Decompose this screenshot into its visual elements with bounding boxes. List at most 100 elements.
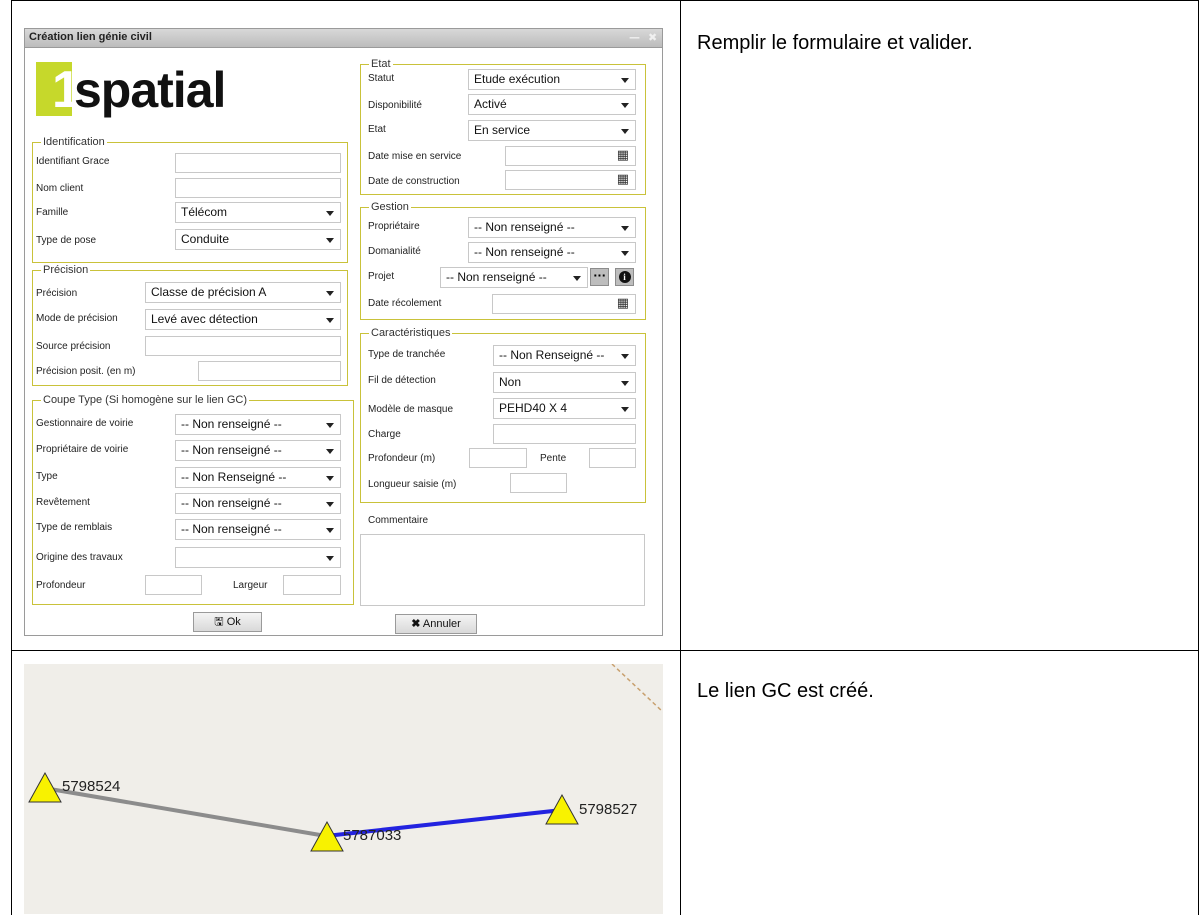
origine-travaux-select[interactable] — [175, 547, 341, 568]
caract-profondeur-label: Profondeur (m) — [368, 453, 436, 464]
close-icon: ✖ — [411, 618, 421, 630]
fil-detection-select[interactable]: Non — [493, 372, 636, 393]
commentaire-label: Commentaire — [368, 515, 429, 526]
proprietaire-select[interactable]: -- Non renseigné -- — [468, 217, 636, 238]
chevron-down-icon — [621, 226, 629, 231]
node-triangle-5798524[interactable] — [28, 771, 62, 803]
table-border-top — [11, 0, 1199, 1]
type-pose-label: Type de pose — [36, 235, 97, 246]
projet-value: -- Non renseigné -- — [446, 270, 547, 284]
node-label-5787033: 5787033 — [343, 827, 402, 844]
date-mise-service-input[interactable]: ▦ — [505, 146, 636, 166]
pente-input[interactable] — [589, 448, 636, 468]
chevron-down-icon — [621, 78, 629, 83]
revetement-select[interactable]: -- Non renseigné -- — [175, 493, 341, 514]
disponibilite-select[interactable]: Activé — [468, 94, 636, 115]
revetement-value: -- Non renseigné -- — [181, 496, 282, 510]
instruction-row1: Remplir le formulaire et valider. — [697, 32, 973, 54]
caracteristiques-legend: Caractéristiques — [369, 326, 453, 340]
map-view[interactable]: 5798524 5787033 5798527 — [24, 664, 663, 914]
etat-value: En service — [474, 123, 531, 137]
longueur-saisie-input[interactable] — [510, 473, 567, 493]
precision-legend: Précision — [41, 263, 91, 277]
type-remblais-label: Type de remblais — [36, 522, 113, 533]
chevron-down-icon — [621, 354, 629, 359]
close-icon[interactable]: ✖ — [648, 31, 657, 44]
chevron-down-icon — [326, 238, 334, 243]
date-construction-input[interactable]: ▦ — [505, 170, 636, 190]
type-tranchee-label: Type de tranchée — [368, 349, 446, 360]
projet-select[interactable]: -- Non renseigné -- — [440, 267, 588, 288]
proprietaire-voirie-select[interactable]: -- Non renseigné -- — [175, 440, 341, 461]
gestion-legend: Gestion — [369, 200, 411, 214]
table-row-divider — [11, 650, 1199, 651]
minimize-icon[interactable]: — — [629, 31, 640, 44]
node-label-5798527: 5798527 — [579, 801, 638, 818]
logo-wordmark: spatial — [74, 62, 226, 118]
gestionnaire-voirie-label: Gestionnaire de voirie — [36, 418, 134, 429]
chevron-down-icon — [326, 423, 334, 428]
precision-posit-input[interactable] — [198, 361, 341, 381]
identifiant-grace-input[interactable] — [175, 153, 341, 173]
type-tranchee-select[interactable]: -- Non Renseigné -- — [493, 345, 636, 366]
type-remblais-select[interactable]: -- Non renseigné -- — [175, 519, 341, 540]
caract-profondeur-input[interactable] — [469, 448, 527, 468]
statut-value: Etude exécution — [474, 72, 561, 86]
annuler-label: Annuler — [422, 618, 461, 630]
table-border-middle — [680, 0, 681, 915]
node-label-5798524: 5798524 — [62, 778, 121, 795]
instruction-row2: Le lien GC est créé. — [697, 680, 874, 702]
coupe-largeur-input[interactable] — [283, 575, 341, 595]
etat-select[interactable]: En service — [468, 120, 636, 141]
famille-select[interactable]: Télécom — [175, 202, 341, 223]
save-icon: 🖫 — [214, 616, 224, 628]
statut-select[interactable]: Etude exécution — [468, 69, 636, 90]
gestionnaire-voirie-value: -- Non renseigné -- — [181, 417, 282, 431]
charge-input[interactable] — [493, 424, 636, 444]
calendar-icon[interactable]: ▦ — [617, 173, 629, 187]
more-options-button[interactable]: ··· — [590, 268, 609, 286]
ok-button[interactable]: 🖫 Ok — [193, 612, 262, 632]
proprietaire-voirie-label: Propriétaire de voirie — [36, 444, 129, 455]
calendar-icon[interactable]: ▦ — [617, 149, 629, 163]
chevron-down-icon — [573, 276, 581, 281]
coupe-type-legend: Coupe Type (Si homogène sur le lien GC) — [41, 393, 250, 407]
commentaire-textarea[interactable] — [360, 534, 645, 606]
info-icon[interactable]: i — [615, 268, 634, 286]
coupe-profondeur-label: Profondeur — [36, 580, 86, 591]
nom-client-input[interactable] — [175, 178, 341, 198]
type-pose-value: Conduite — [181, 232, 230, 246]
chevron-down-icon — [326, 449, 334, 454]
chevron-down-icon — [621, 407, 629, 412]
calendar-icon[interactable]: ▦ — [617, 297, 629, 311]
source-precision-input[interactable] — [145, 336, 341, 356]
disponibilite-value: Activé — [474, 97, 507, 111]
date-mise-service-label: Date mise en service — [368, 151, 462, 162]
chevron-down-icon — [326, 502, 334, 507]
precision-value: Classe de précision A — [151, 285, 267, 299]
type-pose-select[interactable]: Conduite — [175, 229, 341, 250]
chevron-down-icon — [621, 251, 629, 256]
chevron-down-icon — [326, 318, 334, 323]
dialog-titlebar: Création lien génie civil — ✖ — [25, 29, 662, 48]
chevron-down-icon — [326, 291, 334, 296]
famille-label: Famille — [36, 207, 69, 218]
chevron-down-icon — [326, 556, 334, 561]
gestionnaire-voirie-select[interactable]: -- Non renseigné -- — [175, 414, 341, 435]
etat-label: Etat — [368, 124, 386, 135]
disponibilite-label: Disponibilité — [368, 100, 422, 111]
famille-value: Télécom — [181, 205, 228, 219]
precision-select[interactable]: Classe de précision A — [145, 282, 341, 303]
coupe-profondeur-input[interactable] — [145, 575, 202, 595]
modele-masque-select[interactable]: PEHD40 X 4 — [493, 398, 636, 419]
annuler-button[interactable]: ✖ Annuler — [395, 614, 477, 634]
dialog-title: Création lien génie civil — [29, 31, 152, 43]
etat-legend: Etat — [369, 57, 393, 71]
domanialite-select[interactable]: -- Non renseigné -- — [468, 242, 636, 263]
modele-masque-value: PEHD40 X 4 — [499, 401, 568, 415]
type-select[interactable]: -- Non Renseigné -- — [175, 467, 341, 488]
type-tranchee-value: -- Non Renseigné -- — [499, 348, 605, 362]
table-border-right — [1198, 0, 1199, 915]
mode-precision-select[interactable]: Levé avec détection — [145, 309, 341, 330]
date-recolement-input[interactable]: ▦ — [492, 294, 636, 314]
